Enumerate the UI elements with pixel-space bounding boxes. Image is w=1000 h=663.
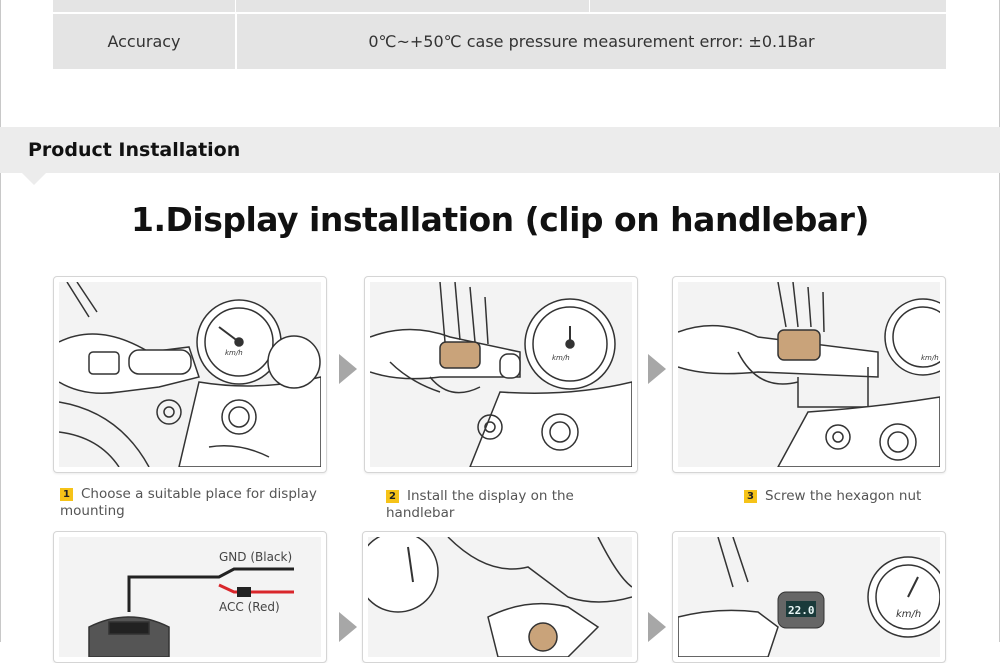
installation-title: 1.Display installation (clip on handleba… [131,200,870,239]
step-number-badge: 1 [60,488,73,501]
handlebar-illustration-3: km/h [678,282,940,467]
step-caption-text: Screw the hexagon nut [765,488,922,504]
step-arrow [648,354,666,384]
handlebar-illustration-6: 22.0 km/h [678,537,940,657]
step-5-illustration [362,531,638,663]
step-2-caption: 2 Install the display on the handlebar [386,488,646,522]
step-1-illustration: km/h [53,276,327,473]
handlebar-illustration-2: km/h [370,282,632,467]
page-frame-left [0,0,1,642]
step-2-illustration: km/h [364,276,638,473]
spec-row-accuracy: Accuracy 0℃~+50℃ case pressure measureme… [53,14,946,69]
spec-row-previous [53,0,946,12]
section-header-pointer [22,173,46,185]
speedo-unit-label: km/h [225,349,243,357]
handlebar-illustration-5 [368,537,632,657]
speedo-unit-label: km/h [896,609,921,620]
wire-acc-label: ACC (Red) [219,600,280,614]
step-1-caption: 1 Choose a suitable place for display mou… [60,486,320,520]
wire-gnd-label: GND (Black) [219,550,292,564]
display-reading: 22.0 [788,604,815,617]
handlebar-illustration-1: km/h [59,282,321,467]
step-3-illustration: km/h [672,276,946,473]
step-caption-text: Choose a suitable place for display moun… [60,486,317,519]
step-6-illustration: 22.0 km/h [672,531,946,663]
spec-label: Accuracy [107,32,181,51]
step-number-badge: 3 [744,490,757,503]
wiring-illustration: GND (Black) ACC (Red) [53,531,327,663]
step-3-caption: 3 Screw the hexagon nut [744,488,944,505]
section-title: Product Installation [28,139,241,161]
wiring-diagram: GND (Black) ACC (Red) [88,550,294,657]
spec-value: 0℃~+50℃ case pressure measurement error:… [368,32,815,51]
step-arrow [339,354,357,384]
section-header: Product Installation [0,127,1000,173]
speedo-unit-label: km/h [921,354,939,362]
speedo-unit-label: km/h [552,354,570,362]
step-arrow [339,612,357,642]
step-number-badge: 2 [386,490,399,503]
step-arrow [648,612,666,642]
step-caption-text: Install the display on the handlebar [386,488,574,521]
spec-table: Accuracy 0℃~+50℃ case pressure measureme… [53,0,946,69]
